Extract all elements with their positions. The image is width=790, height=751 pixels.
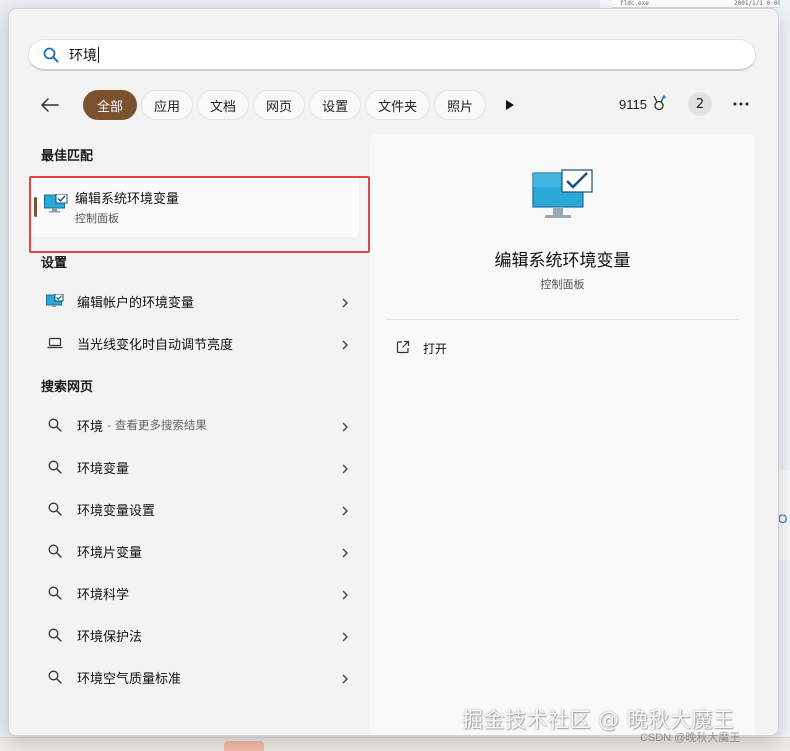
- settings-item-account-env-vars[interactable]: 编辑帐户的环境变量: [39, 286, 349, 316]
- web-result-item[interactable]: 环境科学: [39, 578, 349, 608]
- search-icon: [43, 47, 59, 63]
- selection-accent: [34, 197, 37, 217]
- background-edge: [780, 0, 790, 737]
- detail-category: 控制面板: [540, 278, 585, 291]
- filter-chip-documents[interactable]: 文档: [197, 90, 250, 120]
- web-result-item[interactable]: 环境保护法: [39, 620, 349, 650]
- chevron-right-icon: [341, 460, 349, 479]
- background-file-date: 2001/1/1 0:00: [734, 0, 781, 7]
- settings-heading: 设置: [41, 256, 68, 271]
- filter-bar: 全部 应用 文档 网页 设置 文件夹 照片: [39, 89, 522, 121]
- search-icon: [45, 583, 65, 603]
- laptop-icon: [45, 333, 65, 353]
- web-result-item[interactable]: 环境空气质量标准: [39, 662, 349, 692]
- search-box[interactable]: 环境: [28, 39, 756, 71]
- web-result-label: 环境: [77, 419, 104, 435]
- filter-chip-web[interactable]: 网页: [253, 90, 306, 120]
- rewards-medal-icon: [652, 95, 666, 114]
- open-external-icon: [396, 339, 410, 358]
- settings-item-label: 当光线变化时自动调节亮度: [77, 337, 234, 353]
- web-result-sub: - 查看更多搜索结果: [107, 418, 207, 432]
- web-search-heading: 搜索网页: [41, 380, 94, 395]
- divider: [386, 319, 739, 320]
- filter-chip-apps[interactable]: 应用: [141, 90, 194, 120]
- search-icon: [45, 457, 65, 477]
- search-query: 环境: [69, 46, 97, 63]
- search-input[interactable]: 环境: [69, 45, 99, 65]
- rewards-points[interactable]: 9115: [619, 95, 666, 114]
- search-icon: [45, 415, 65, 435]
- chevron-right-icon: [341, 586, 349, 605]
- back-arrow-icon[interactable]: [39, 94, 61, 116]
- chevron-right-icon: [341, 670, 349, 689]
- web-result-label: 环境片变量: [77, 545, 143, 561]
- system-properties-icon: [44, 193, 68, 218]
- filter-chip-all[interactable]: 全部: [83, 90, 138, 120]
- settings-item-auto-brightness[interactable]: 当光线变化时自动调节亮度: [39, 328, 349, 358]
- rewards-points-value: 9115: [619, 97, 647, 112]
- search-icon: [45, 625, 65, 645]
- more-options-icon[interactable]: [729, 92, 753, 116]
- web-result-label: 环境空气质量标准: [77, 671, 182, 687]
- detail-title: 编辑系统环境变量: [494, 251, 631, 271]
- web-result-item[interactable]: 环境变量: [39, 452, 349, 482]
- credit-watermark: CSDN @晚秋大魔王: [640, 732, 741, 744]
- background-edge-letter: O: [778, 512, 788, 526]
- search-icon: [45, 541, 65, 561]
- web-result-item[interactable]: 环境变量设置: [39, 494, 349, 524]
- taskbar-tab[interactable]: [224, 741, 264, 751]
- monitor-icon: [45, 291, 65, 311]
- best-match-item[interactable]: 编辑系统环境变量 控制面板: [31, 177, 359, 237]
- filter-chip-photos[interactable]: 照片: [434, 90, 487, 120]
- filter-chip-folders[interactable]: 文件夹: [365, 90, 431, 120]
- filter-chip-settings[interactable]: 设置: [309, 90, 362, 120]
- web-result-label: 环境变量设置: [77, 503, 156, 519]
- start-search-panel: 环境 全部 应用 文档 网页 设置 文件夹 照片 9115 2 最佳匹配 编辑系…: [8, 8, 779, 736]
- best-match-category: 控制面板: [75, 212, 119, 225]
- chevron-right-icon: [341, 502, 349, 521]
- detail-pane: 编辑系统环境变量 控制面板 打开: [370, 134, 755, 735]
- notification-count-badge[interactable]: 2: [688, 92, 712, 116]
- more-filters-play-icon[interactable]: [498, 90, 522, 120]
- web-result-label: 环境科学: [77, 587, 130, 603]
- open-action[interactable]: 打开: [396, 337, 447, 359]
- system-properties-large-icon: [532, 169, 594, 227]
- settings-item-label: 编辑帐户的环境变量: [77, 295, 195, 311]
- best-match-heading: 最佳匹配: [41, 149, 94, 164]
- web-result-item[interactable]: 环境片变量: [39, 536, 349, 566]
- web-result-item[interactable]: 环境 - 查看更多搜索结果: [39, 410, 349, 440]
- background-file-row: fldc.exe 2001/1/1 0:00: [612, 0, 790, 8]
- chevron-right-icon: [341, 418, 349, 437]
- background-file-name: fldc.exe: [620, 0, 649, 7]
- search-icon: [45, 667, 65, 687]
- text-caret: [98, 46, 99, 63]
- chevron-right-icon: [341, 544, 349, 563]
- best-match-name: 编辑系统环境变量: [75, 192, 180, 207]
- chevron-right-icon: [341, 336, 349, 355]
- search-icon: [45, 499, 65, 519]
- open-action-label: 打开: [423, 341, 448, 356]
- chevron-right-icon: [341, 294, 349, 313]
- web-result-label: 环境变量: [77, 461, 130, 477]
- chevron-right-icon: [341, 628, 349, 647]
- web-result-label: 环境保护法: [77, 629, 143, 645]
